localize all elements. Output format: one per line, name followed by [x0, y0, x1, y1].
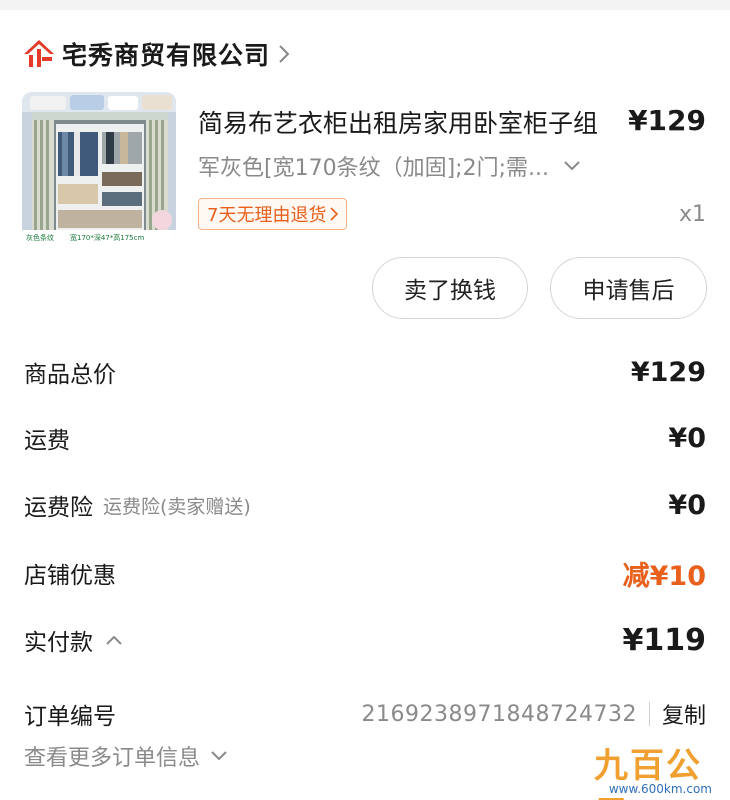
top-divider: [0, 0, 730, 10]
chevron-up-icon[interactable]: [105, 634, 123, 646]
sell-for-cash-button[interactable]: 卖了换钱: [372, 257, 528, 319]
product-quantity: x1: [678, 202, 706, 227]
paid-amount-row[interactable]: 实付款 ¥119: [24, 620, 706, 660]
more-order-info-label: 查看更多订单信息: [24, 746, 201, 771]
chevron-down-icon: [211, 751, 227, 761]
watermark-url: www.600km.com: [608, 782, 712, 796]
shop-header[interactable]: 宅秀商贸有限公司: [22, 36, 290, 72]
paid-amount-label: 实付款: [24, 630, 93, 656]
product-spec: 军灰色[宽170条纹（加固];2门;需...: [198, 156, 549, 181]
shipping-label: 运费: [24, 428, 70, 454]
return-policy-label: 7天无理由退货: [207, 205, 327, 226]
return-policy-badge[interactable]: 7天无理由退货: [198, 198, 348, 230]
chevron-right-icon: [330, 207, 339, 221]
shop-discount-label: 店铺优惠: [24, 563, 116, 589]
thumb-caption-left: 灰色条纹: [26, 233, 54, 242]
thumb-caption-right: 宽170*深47*高175cm: [70, 233, 144, 242]
paid-amount-value: ¥119: [622, 622, 707, 658]
divider: [648, 702, 650, 726]
shipping-insurance-label: 运费险: [24, 495, 93, 521]
after-sales-button[interactable]: 申请售后: [550, 257, 707, 319]
chevron-down-icon: [564, 161, 580, 171]
order-number-value: 2169238971848724732: [361, 701, 637, 727]
wardrobe-image: 灰色条纹 宽170*深47*高175cm: [22, 92, 176, 244]
more-order-info-toggle[interactable]: 查看更多订单信息: [24, 738, 228, 774]
product-thumbnail[interactable]: 灰色条纹 宽170*深47*高175cm: [22, 92, 176, 244]
order-number-label: 订单编号: [24, 704, 116, 730]
product-spec-selector[interactable]: 军灰色[宽170条纹（加固];2门;需...: [198, 150, 581, 182]
goods-total-value: ¥129: [630, 356, 706, 388]
shipping-value: ¥0: [668, 422, 706, 454]
order-number-row: 订单编号 2169238971848724732 复制: [24, 694, 706, 734]
product-price: ¥129: [628, 104, 706, 137]
copy-order-number-button[interactable]: 复制: [662, 698, 706, 730]
product-title[interactable]: 简易布艺衣柜出租房家用卧室柜子组: [198, 104, 638, 140]
shipping-insurance-value: ¥0: [668, 489, 706, 521]
shipping-insurance-sub: 运费险(卖家赠送): [103, 495, 251, 518]
shop-discount-row: 店铺优惠 减¥10: [24, 553, 706, 593]
shipping-row: 运费 ¥0: [24, 418, 706, 458]
chevron-right-icon: [279, 45, 290, 63]
watermark-logo: 九百公里 www.600km.com: [594, 738, 724, 800]
shop-name: 宅秀商贸有限公司: [62, 41, 271, 70]
goods-total-label: 商品总价: [24, 362, 116, 388]
enterprise-icon: [24, 40, 54, 67]
goods-total-row: 商品总价 ¥129: [24, 352, 706, 392]
shop-discount-value: 减¥10: [622, 560, 706, 592]
shipping-insurance-row: 运费险 运费险(卖家赠送) ¥0: [24, 485, 706, 525]
